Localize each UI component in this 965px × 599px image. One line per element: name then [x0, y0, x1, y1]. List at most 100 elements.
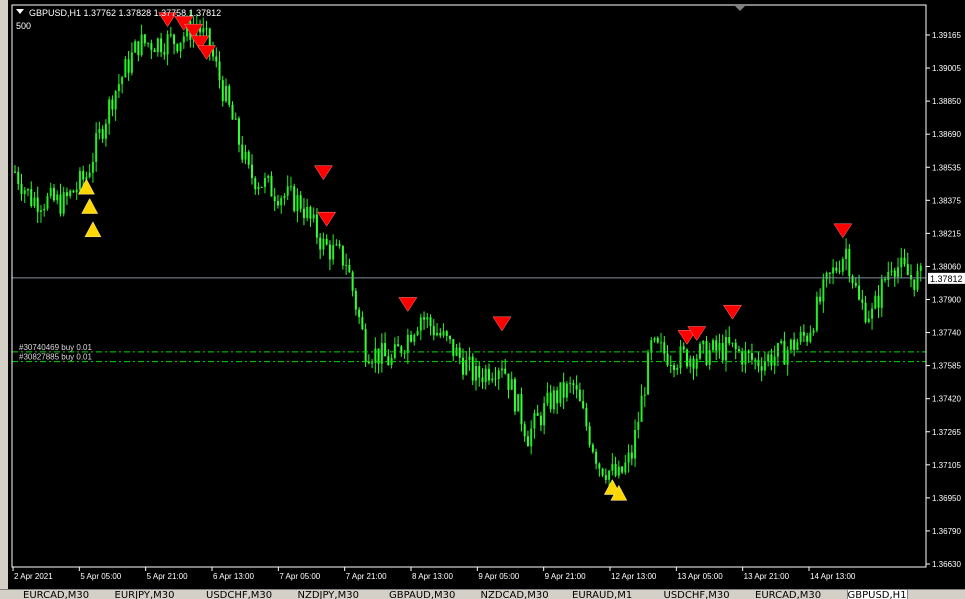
candle: [747, 349, 750, 363]
x-tick-label: 13 Apr 21:00: [744, 572, 790, 581]
candle: [562, 372, 565, 410]
volume-label: 500: [16, 21, 31, 31]
candle: [250, 154, 253, 185]
candle: [56, 190, 59, 205]
candle: [919, 262, 922, 282]
candle: [724, 329, 727, 372]
candle: [552, 386, 555, 414]
candle: [14, 165, 16, 174]
candle: [728, 326, 731, 346]
candle: [439, 328, 442, 339]
price-axis[interactable]: 1.39165 1.39005 1.38850 1.38690 1.38535 1.383…: [926, 31, 961, 569]
signal-arrows: [78, 12, 853, 501]
x-tick-label: 9 Apr 05:00: [478, 572, 519, 581]
candle: [539, 411, 542, 432]
candle: [897, 257, 900, 284]
candle: [900, 247, 903, 278]
chart-shift-marker-icon[interactable]: [735, 6, 745, 11]
candle: [708, 342, 711, 370]
candle: [225, 78, 228, 103]
candle: [588, 422, 591, 448]
candle: [218, 51, 221, 89]
candle: [182, 31, 185, 49]
candle: [734, 338, 737, 360]
candle: [179, 42, 182, 59]
candle: [39, 205, 42, 223]
menu-triangle-icon[interactable]: [16, 9, 24, 14]
candle: [598, 462, 601, 477]
candle: [520, 387, 523, 432]
candle: [543, 396, 546, 435]
candle: [296, 188, 299, 223]
candle: [345, 253, 348, 276]
candle: [91, 152, 94, 183]
y-tick-label: 1.37420: [932, 395, 961, 404]
candle: [835, 261, 838, 274]
price-chart[interactable]: #30740469 buy 0.01#30827885 buy 0.01 1.3…: [0, 0, 965, 589]
candle: [169, 26, 172, 38]
candle: [358, 307, 361, 324]
candle: [335, 239, 338, 247]
candle: [384, 332, 387, 357]
candle: [549, 384, 552, 413]
candle: [238, 116, 241, 153]
candle: [536, 404, 539, 416]
time-axis[interactable]: 2 Apr 2021 5 Apr 05:00 5 Apr 21:00 6 Apr 13…: [12, 567, 856, 581]
candle: [737, 345, 740, 354]
candle: [160, 32, 163, 57]
candle: [234, 112, 237, 120]
buy-arrow-icon: [81, 198, 99, 214]
x-tick-label: 12 Apr 13:00: [611, 572, 657, 581]
candle: [341, 245, 344, 270]
candle: [669, 355, 672, 374]
candle: [526, 430, 529, 447]
candle: [319, 233, 322, 260]
candle: [293, 183, 296, 213]
candle: [783, 331, 786, 365]
candle: [819, 288, 822, 305]
candle: [841, 256, 844, 276]
candle: [481, 368, 484, 389]
candle: [134, 39, 137, 53]
y-tick-label: 1.37585: [932, 362, 961, 371]
candle: [653, 336, 656, 343]
candle: [108, 96, 111, 135]
y-tick-label: 1.39005: [932, 64, 961, 73]
candle: [721, 334, 724, 364]
sell-arrow-icon: [492, 316, 512, 332]
candle: [468, 347, 471, 371]
candle: [832, 259, 835, 285]
candle: [877, 285, 880, 318]
current-price-tag: 1.37812: [928, 272, 965, 284]
candle: [666, 345, 669, 367]
candle: [796, 338, 799, 351]
candle: [474, 358, 477, 391]
candle: [452, 339, 455, 362]
candle: [52, 184, 55, 203]
candle: [410, 330, 413, 343]
candle: [880, 274, 883, 317]
candle: [367, 354, 370, 365]
candle: [429, 314, 432, 336]
candle: [569, 376, 572, 394]
candle: [754, 357, 757, 370]
x-tick-label: 8 Apr 13:00: [412, 572, 453, 581]
candle: [858, 274, 861, 301]
candle: [848, 243, 851, 283]
y-tick-label: 1.38060: [932, 262, 961, 271]
candle: [306, 198, 309, 222]
candle: [676, 364, 679, 375]
candle: [507, 373, 510, 399]
candle: [517, 393, 520, 412]
candle: [601, 467, 604, 478]
candle: [838, 260, 841, 275]
candle: [510, 371, 513, 391]
candle: [809, 325, 812, 344]
candle: [874, 290, 877, 310]
candle: [400, 344, 403, 357]
candle: [698, 341, 701, 361]
candle: [643, 387, 646, 408]
candle: [530, 420, 533, 455]
candle: [315, 208, 318, 245]
candle: [137, 41, 140, 62]
